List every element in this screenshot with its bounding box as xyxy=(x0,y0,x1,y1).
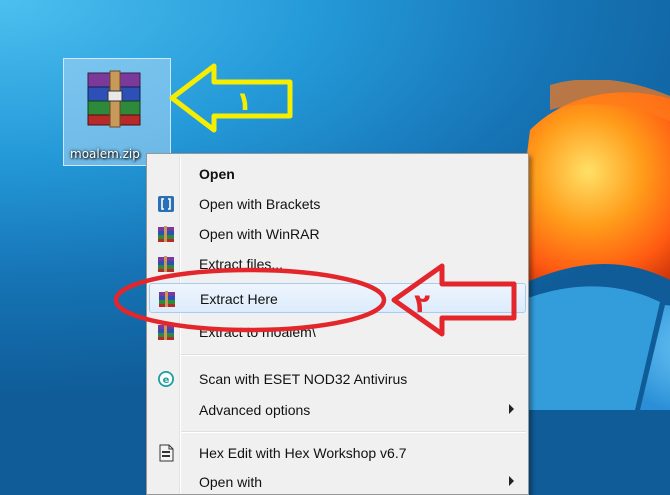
desktop-file-name: moalem.zip xyxy=(70,147,140,161)
menu-item-label: Open with xyxy=(199,474,263,490)
hex-workshop-icon xyxy=(159,444,174,462)
menu-item-scan-eset[interactable]: e Scan with ESET NOD32 Antivirus xyxy=(149,364,526,394)
menu-item-advanced-options[interactable]: Advanced options xyxy=(149,395,526,425)
annotation-number-2: ٢ xyxy=(414,289,430,319)
menu-item-label: Scan with ESET NOD32 Antivirus xyxy=(199,371,408,387)
annotation-arrow-2: ٢ xyxy=(391,263,517,337)
menu-separator xyxy=(181,354,526,356)
menu-item-open-with-winrar[interactable]: Open with WinRAR xyxy=(149,219,526,249)
menu-item-hex-edit[interactable]: Hex Edit with Hex Workshop v6.7 xyxy=(149,438,526,468)
annotation-arrow-1: ١ xyxy=(169,63,293,133)
desktop-wallpaper: moalem.zip ١ Open Open with Brackets Ope… xyxy=(0,0,670,495)
winrar-archive-icon xyxy=(87,70,141,128)
submenu-arrow-icon xyxy=(509,404,514,414)
menu-item-open-with[interactable]: Open with xyxy=(149,467,526,495)
menu-item-label: Open xyxy=(199,166,235,182)
eset-icon: e xyxy=(158,371,174,387)
menu-item-label: Hex Edit with Hex Workshop v6.7 xyxy=(199,445,407,461)
menu-item-open[interactable]: Open xyxy=(149,159,526,189)
brackets-icon xyxy=(158,196,174,212)
menu-separator xyxy=(181,431,526,433)
menu-item-label: Advanced options xyxy=(199,402,311,418)
annotation-number-1: ١ xyxy=(236,87,252,117)
annotation-highlight-ellipse xyxy=(113,267,387,333)
desktop-file-icon[interactable]: moalem.zip xyxy=(63,58,171,166)
svg-text:e: e xyxy=(163,375,170,386)
submenu-arrow-icon xyxy=(509,476,514,486)
windows-logo-decoration xyxy=(520,80,670,410)
menu-item-label: Open with WinRAR xyxy=(199,226,320,242)
winrar-icon xyxy=(158,226,174,242)
menu-item-open-with-brackets[interactable]: Open with Brackets xyxy=(149,189,526,219)
menu-item-label: Open with Brackets xyxy=(199,196,321,212)
